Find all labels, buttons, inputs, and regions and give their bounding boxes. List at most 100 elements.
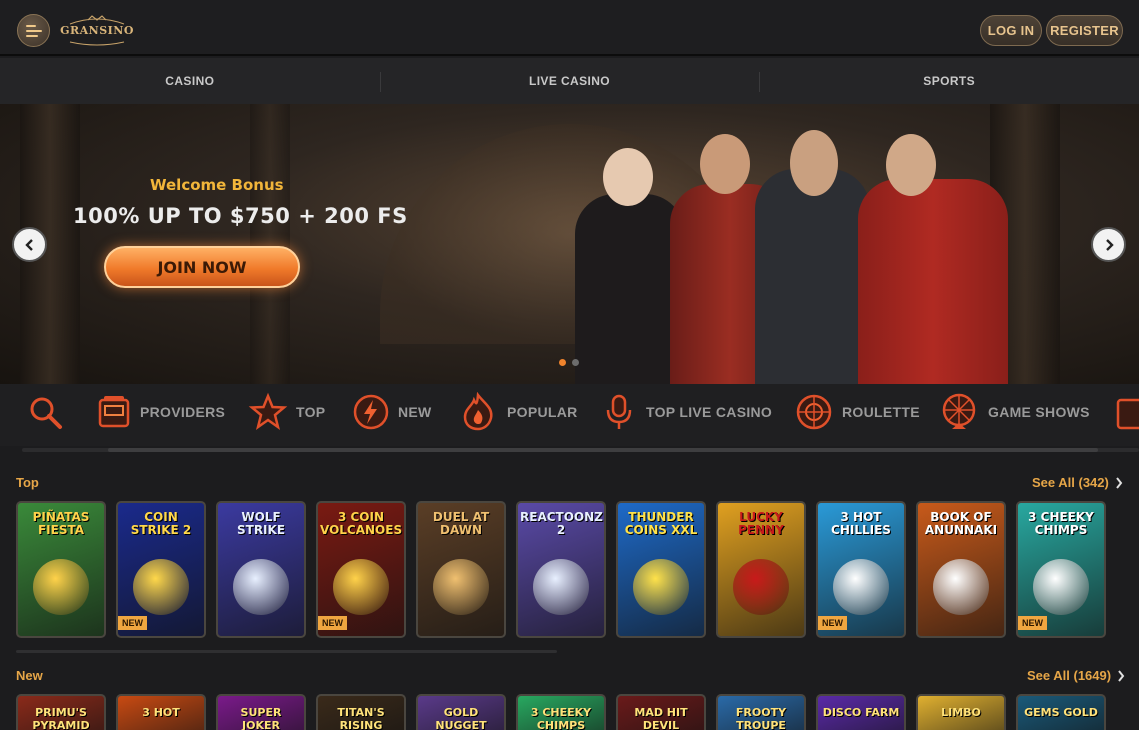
game-art — [233, 559, 289, 615]
game-tile[interactable]: 3 HOT CHILLIES NEW — [816, 501, 906, 638]
game-title: 3 HOT CHILLIES — [831, 510, 891, 537]
category-label: TOP LIVE CASINO — [646, 404, 773, 420]
game-title: LUCKY PENNY — [738, 510, 784, 537]
see-all-new-link[interactable]: See All (1649) — [1027, 668, 1125, 683]
game-tile[interactable]: LUCKY PENNY — [716, 501, 806, 638]
game-title: 3 COIN VOLCANOES — [320, 510, 403, 537]
game-tile[interactable]: GOLD NUGGET — [416, 694, 506, 730]
hero-character — [858, 179, 1008, 384]
game-tile[interactable]: 3 CHEEKY CHIMPS NEW — [1016, 501, 1106, 638]
menu-icon — [25, 24, 42, 37]
star-icon — [248, 392, 288, 430]
category-roulette[interactable]: ROULETTE — [794, 384, 920, 440]
game-tile[interactable]: DUEL AT DAWN — [416, 501, 506, 638]
logo[interactable]: GRANSINO — [60, 14, 133, 46]
game-tile[interactable]: PRIMU'S PYRAMID — [16, 694, 106, 730]
join-now-button[interactable]: JOIN NOW — [104, 246, 300, 288]
game-tile[interactable]: LIMBO — [916, 694, 1006, 730]
carousel-prev-button[interactable] — [12, 227, 47, 262]
category-label: ROULETTE — [842, 404, 920, 420]
category-label: TOP — [296, 404, 326, 420]
tab-live-casino[interactable]: LIVE CASINO — [379, 58, 760, 104]
carousel-dot[interactable] — [559, 359, 566, 366]
site-header: GRANSINO LOG IN REGISTER — [0, 0, 1139, 56]
game-title: LIMBO — [941, 706, 981, 719]
game-title: GEMS GOLD — [1024, 706, 1098, 719]
new-badge: NEW — [1018, 616, 1047, 630]
carousel-next-button[interactable] — [1091, 227, 1126, 262]
category-top[interactable]: TOP — [248, 384, 325, 440]
game-art — [833, 559, 889, 615]
game-title: THUNDER COINS XXL — [624, 510, 698, 537]
hero-character-head — [700, 134, 750, 194]
hero-subtitle: Welcome Bonus — [150, 176, 284, 194]
tab-casino[interactable]: CASINO — [0, 58, 380, 104]
game-tile[interactable]: TITAN'S RISING — [316, 694, 406, 730]
game-tile[interactable]: SUPER JOKER — [216, 694, 306, 730]
game-tile[interactable]: COIN STRIKE 2 NEW — [116, 501, 206, 638]
game-title: 3 CHEEKY CHIMPS — [530, 706, 592, 730]
category-label: PROVIDERS — [140, 404, 226, 420]
game-art — [433, 559, 489, 615]
carousel-dots — [559, 359, 579, 366]
game-art — [1033, 559, 1089, 615]
game-tile[interactable]: BOOK OF ANUNNAKI — [916, 501, 1006, 638]
game-tile[interactable]: 3 COIN VOLCANOES NEW — [316, 501, 406, 638]
game-tile[interactable]: THUNDER COINS XXL — [616, 501, 706, 638]
wheel-icon — [942, 393, 976, 429]
section-title-top: Top — [16, 475, 39, 490]
game-title: DISCO FARM — [822, 706, 900, 719]
lightning-icon — [353, 394, 389, 430]
category-label: GAME SHOWS — [988, 404, 1090, 420]
category-label: POPULAR — [507, 404, 578, 420]
game-title: PIÑATAS FIESTA — [32, 510, 90, 537]
new-badge: NEW — [818, 616, 847, 630]
see-all-top-link[interactable]: See All (342) — [1032, 475, 1123, 490]
carousel-dot[interactable] — [572, 359, 579, 366]
category-search[interactable] — [25, 384, 65, 440]
hero-character-head — [603, 148, 653, 206]
category-label: NEW — [398, 404, 432, 420]
game-tile[interactable]: DISCO FARM — [816, 694, 906, 730]
game-title: COIN STRIKE 2 — [130, 510, 192, 537]
game-title: REACTOONZ 2 — [520, 510, 603, 537]
flame-icon — [463, 392, 493, 431]
game-tile[interactable]: REACTOONZ 2 — [516, 501, 606, 638]
category-new[interactable]: NEW — [352, 384, 432, 440]
category-scrollbar[interactable] — [22, 448, 1139, 452]
hero-banner[interactable]: Welcome Bonus 100% UP TO $750 + 200 FS J… — [0, 104, 1139, 384]
register-button[interactable]: REGISTER — [1046, 15, 1123, 46]
microphone-icon — [606, 394, 632, 429]
game-art — [933, 559, 989, 615]
main-nav: CASINO LIVE CASINO SPORTS — [0, 58, 1139, 104]
hero-character-head — [790, 130, 838, 196]
game-art — [333, 559, 389, 615]
hero-character — [575, 194, 685, 384]
game-tile[interactable]: WOLF STRIKE — [216, 501, 306, 638]
chevron-left-icon — [24, 238, 33, 251]
tab-sports[interactable]: SPORTS — [759, 58, 1139, 104]
game-tile[interactable]: MAD HIT DEVIL — [616, 694, 706, 730]
game-title: FROOTY TROUPE — [735, 706, 787, 730]
slot-machine-icon — [98, 396, 130, 428]
see-all-label: See All (1649) — [1027, 668, 1112, 683]
game-tile[interactable]: 3 HOT — [116, 694, 206, 730]
chevron-right-icon — [1118, 669, 1125, 682]
category-providers[interactable]: PROVIDERS — [96, 384, 225, 440]
game-tile[interactable]: 3 CHEEKY CHIMPS — [516, 694, 606, 730]
category-cards[interactable] — [1114, 384, 1139, 440]
category-top-live-casino[interactable]: TOP LIVE CASINO — [600, 384, 772, 440]
game-tile[interactable]: FROOTY TROUPE — [716, 694, 806, 730]
game-tile[interactable]: PIÑATAS FIESTA — [16, 501, 106, 638]
menu-button[interactable] — [17, 14, 50, 47]
top-row-scrollbar[interactable] — [16, 650, 557, 653]
category-game-shows[interactable]: GAME SHOWS — [938, 384, 1090, 440]
login-button[interactable]: LOG IN — [980, 15, 1042, 46]
category-scrollbar-thumb[interactable] — [108, 448, 1098, 452]
game-title: BOOK OF ANUNNAKI — [924, 510, 998, 537]
game-title: 3 HOT — [142, 706, 180, 719]
category-popular[interactable]: POPULAR — [457, 384, 578, 440]
game-title: GOLD NUGGET — [435, 706, 487, 730]
game-tile[interactable]: GEMS GOLD — [1016, 694, 1106, 730]
see-all-label: See All (342) — [1032, 475, 1109, 490]
